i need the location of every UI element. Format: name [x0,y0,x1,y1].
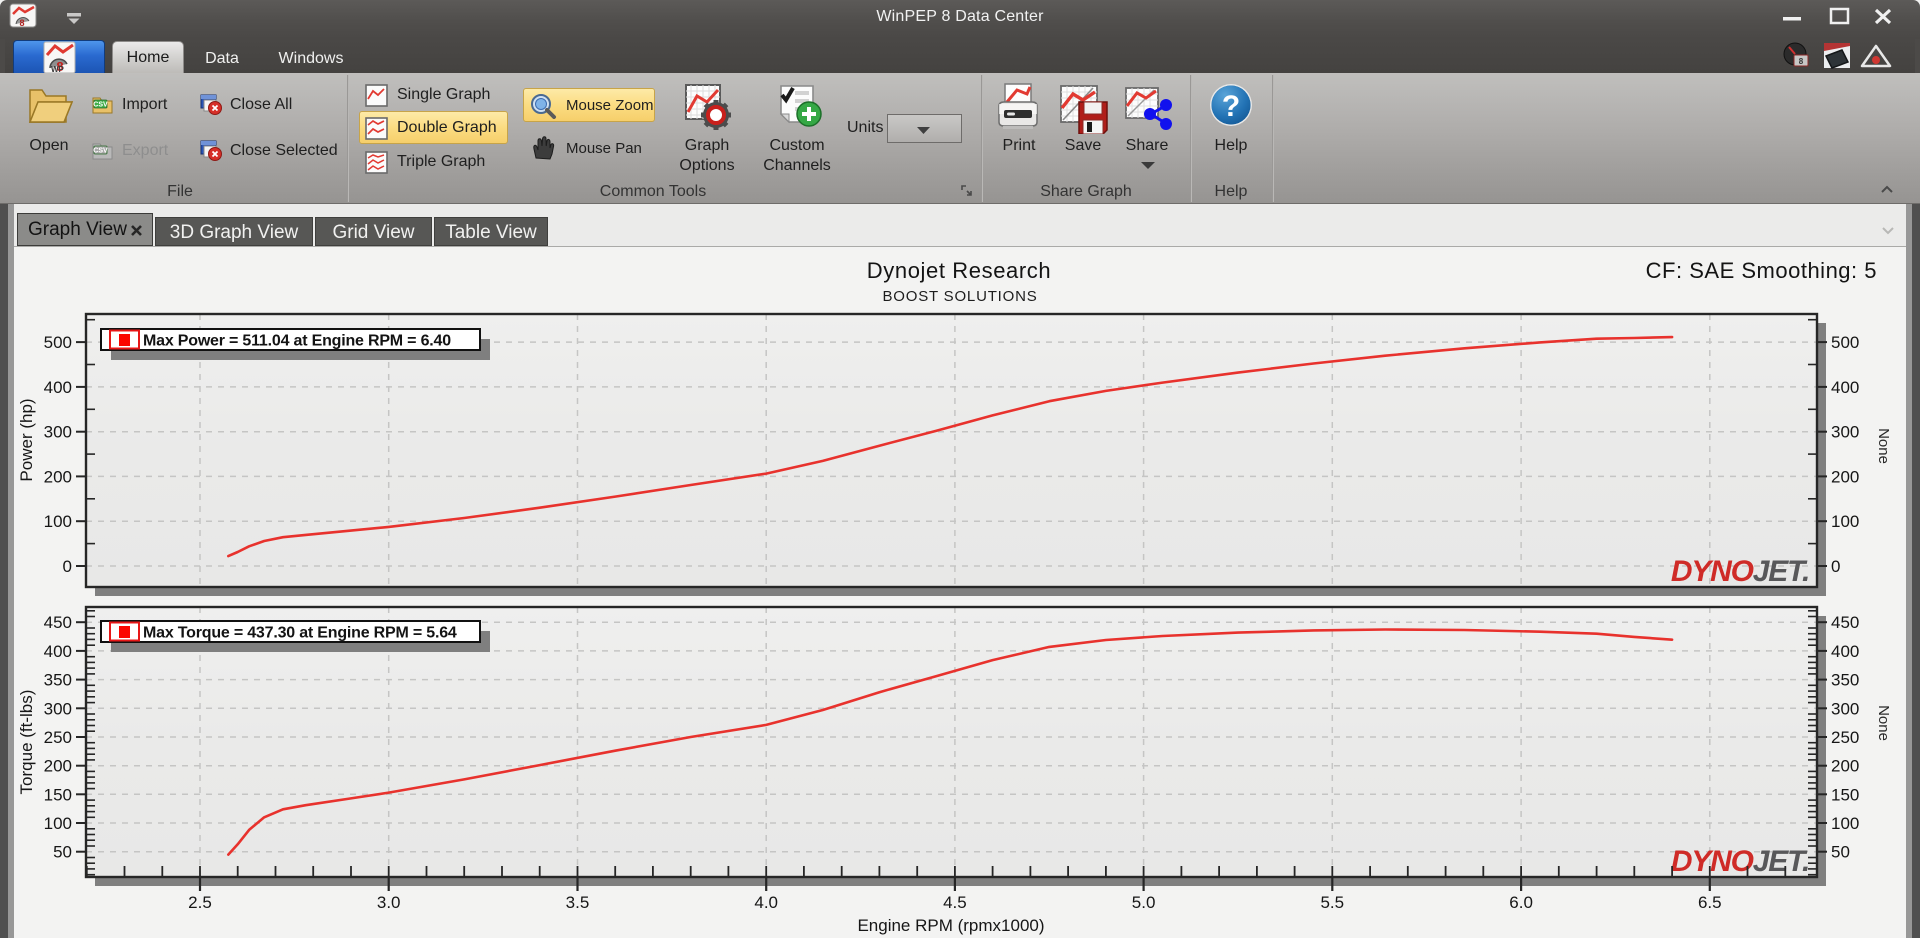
svg-text:0: 0 [63,557,72,576]
svg-text:300: 300 [1831,699,1859,718]
svg-text:450: 450 [1831,613,1859,632]
svg-text:250: 250 [44,728,72,747]
svg-text:CSV: CSV [93,102,108,109]
svg-text:CF: SAE Smoothing: 5: CF: SAE Smoothing: 5 [1646,258,1877,283]
svg-text:None: None [1875,705,1892,741]
svg-text:None: None [1875,428,1892,464]
svg-text:0: 0 [1831,557,1840,576]
svg-text:CSV: CSV [93,148,108,155]
svg-text:50: 50 [53,843,72,862]
svg-text:8: 8 [1799,57,1804,66]
svg-text:3.5: 3.5 [566,893,590,912]
svg-text:100: 100 [1831,512,1859,531]
svg-text:400: 400 [44,642,72,661]
svg-text:100: 100 [44,512,72,531]
svg-text:5.5: 5.5 [1320,893,1344,912]
svg-text:200: 200 [44,467,72,486]
svg-text:150: 150 [44,785,72,804]
svg-text:Max Power = 511.04 at Engine R: Max Power = 511.04 at Engine RPM = 6.40 [143,333,451,350]
svg-text:450: 450 [44,613,72,632]
svg-text:Torque (ft-lbs): Torque (ft-lbs) [17,690,36,795]
svg-text:400: 400 [44,378,72,397]
svg-text:Power (hp): Power (hp) [17,398,36,481]
svg-text:350: 350 [1831,671,1859,690]
svg-text:400: 400 [1831,378,1859,397]
svg-text:300: 300 [44,423,72,442]
svg-text:6.5: 6.5 [1698,893,1722,912]
svg-text:5.0: 5.0 [1132,893,1156,912]
svg-text:500: 500 [1831,333,1859,352]
svg-text:BOOST SOLUTIONS: BOOST SOLUTIONS [882,288,1037,305]
svg-text:500: 500 [44,333,72,352]
svg-text:Dynojet Research: Dynojet Research [867,258,1051,283]
svg-text:6.0: 6.0 [1509,893,1533,912]
svg-text:300: 300 [1831,423,1859,442]
svg-text:Engine RPM (rpmx1000): Engine RPM (rpmx1000) [857,916,1044,935]
svg-text:200: 200 [1831,467,1859,486]
svg-text:DYNOJET.: DYNOJET. [1671,845,1809,878]
svg-text:150: 150 [1831,785,1859,804]
svg-text:200: 200 [44,757,72,776]
svg-text:50: 50 [1831,843,1850,862]
svg-text:350: 350 [44,671,72,690]
svg-text:?: ? [1222,90,1240,123]
svg-text:3.0: 3.0 [377,893,401,912]
svg-text:300: 300 [44,699,72,718]
svg-text:250: 250 [1831,728,1859,747]
svg-text:DYNOJET.: DYNOJET. [1671,555,1809,588]
svg-text:100: 100 [1831,814,1859,833]
svg-text:400: 400 [1831,642,1859,661]
svg-text:200: 200 [1831,757,1859,776]
svg-text:Max Torque = 437.30 at Engine: Max Torque = 437.30 at Engine RPM = 5.64 [143,625,457,642]
svg-text:100: 100 [44,814,72,833]
svg-text:4.5: 4.5 [943,893,967,912]
svg-text:2.5: 2.5 [188,893,212,912]
svg-text:4.0: 4.0 [754,893,778,912]
